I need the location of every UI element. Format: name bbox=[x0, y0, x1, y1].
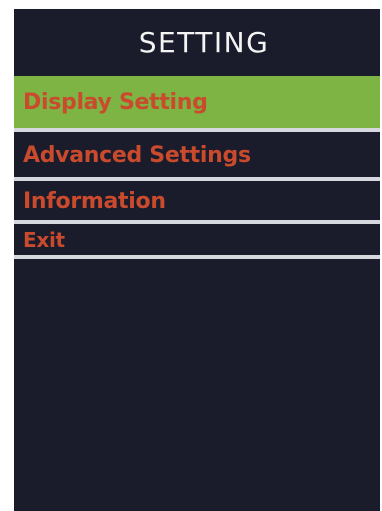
menu-divider bbox=[14, 255, 380, 259]
page-title: SETTING bbox=[138, 26, 270, 59]
screen-header: SETTING bbox=[14, 9, 380, 76]
menu-item-advanced-settings[interactable]: Advanced Settings bbox=[14, 133, 380, 177]
menu-item-display-setting[interactable]: Display Setting bbox=[14, 76, 380, 128]
menu-item-exit[interactable]: Exit bbox=[14, 225, 380, 255]
menu-item-label: Advanced Settings bbox=[23, 142, 251, 168]
menu-divider bbox=[14, 220, 380, 224]
menu-divider bbox=[14, 128, 380, 132]
menu-item-label: Display Setting bbox=[23, 89, 208, 115]
menu-item-information[interactable]: Information bbox=[14, 182, 380, 220]
menu-divider bbox=[14, 177, 380, 181]
menu-item-label: Exit bbox=[23, 228, 65, 252]
device-screen: SETTING Display Setting Advanced Setting… bbox=[14, 9, 380, 511]
menu-item-label: Information bbox=[23, 188, 166, 214]
